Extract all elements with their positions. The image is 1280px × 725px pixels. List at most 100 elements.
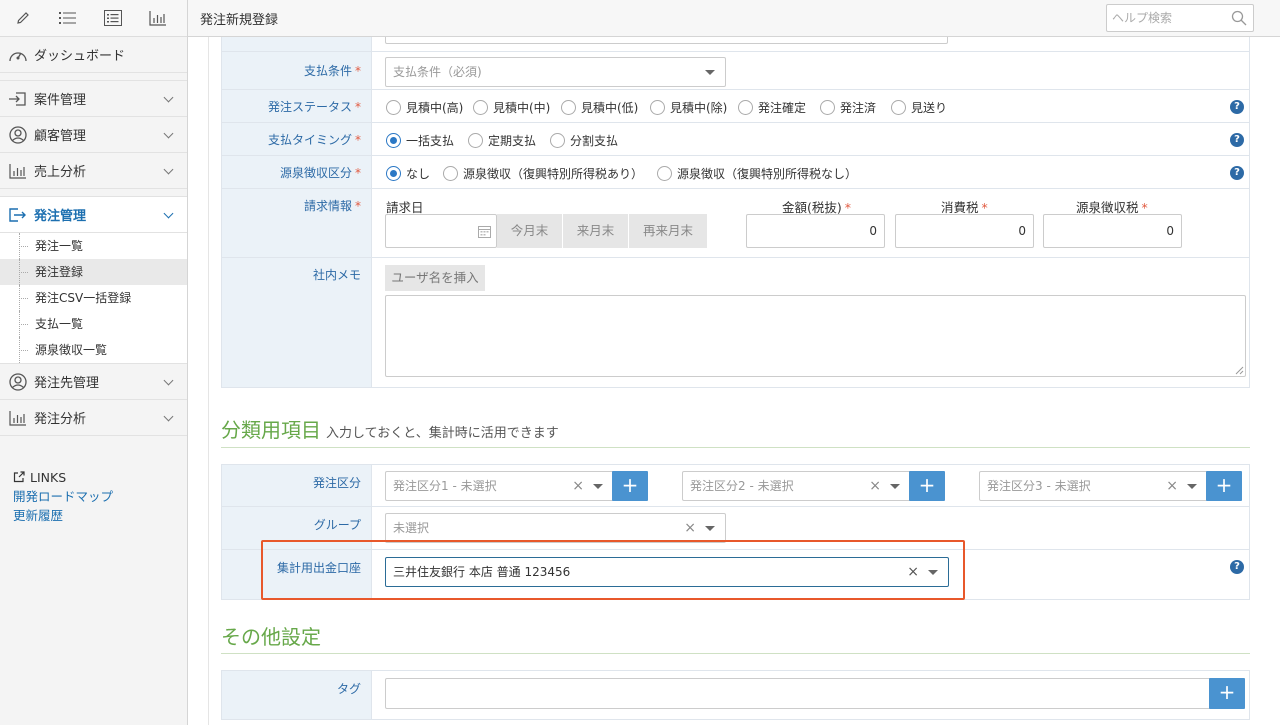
radio-status-ordered[interactable]: 発注済	[820, 99, 876, 116]
section-rule	[221, 447, 1250, 448]
tax-input[interactable]: 0	[895, 214, 1034, 248]
radio-status-excl[interactable]: 見積中(除)	[650, 99, 727, 116]
end-of-next-month-button[interactable]: 来月末	[563, 214, 628, 248]
resize-handle-icon[interactable]	[1235, 366, 1244, 375]
add-category-1-button[interactable]: +	[612, 471, 648, 501]
help-icon[interactable]: ?	[1230, 560, 1244, 574]
radio-status-confirmed[interactable]: 発注確定	[738, 99, 806, 116]
radio-circle[interactable]	[386, 100, 401, 115]
submenu-order-list[interactable]: 発注一覧	[0, 233, 187, 259]
radio-status-mid[interactable]: 見積中(中)	[473, 99, 550, 116]
help-icon[interactable]: ?	[1230, 166, 1244, 180]
radio-circle[interactable]	[443, 166, 458, 181]
tag-input[interactable]	[385, 678, 1211, 709]
withholding-label-text: 源泉徴収区分	[279, 166, 352, 180]
radio-circle-selected[interactable]	[386, 133, 401, 148]
nav-suppliers-label: 発注先管理	[34, 376, 100, 391]
radio-timing-lump[interactable]: 一括支払	[386, 132, 454, 149]
nav-order-management[interactable]: 発注管理	[0, 197, 187, 233]
radio-withholding-with-recon[interactable]: 源泉徴収（復興特別所得税あり）	[443, 165, 643, 182]
add-category-3-button[interactable]: +	[1206, 471, 1242, 501]
clear-icon[interactable]: ×	[572, 472, 584, 500]
order-category-1-select[interactable]: 発注区分1 - 未選択 ×	[385, 471, 614, 501]
nav-sales-analysis[interactable]: 売上分析	[0, 153, 187, 189]
order-category-2-select[interactable]: 発注区分2 - 未選択 ×	[682, 471, 911, 501]
link-roadmap[interactable]: 開発ロードマップ	[13, 487, 113, 506]
submenu-payment-list[interactable]: 支払一覧	[0, 311, 187, 337]
submenu-order-csv[interactable]: 発注CSV一括登録	[0, 285, 187, 311]
tag-label: タグ	[222, 671, 372, 719]
submenu-withholding-list[interactable]: 源泉徴収一覧	[0, 337, 187, 363]
nav-order-analysis-label: 発注分析	[34, 412, 87, 427]
amount-input[interactable]: 0	[746, 214, 885, 248]
radio-circle[interactable]	[657, 166, 672, 181]
required-mark: *	[355, 166, 361, 180]
clear-icon[interactable]: ×	[869, 472, 881, 500]
help-search-input[interactable]	[1107, 5, 1225, 31]
search-icon[interactable]	[1231, 10, 1247, 26]
tag-cell: +	[385, 671, 1249, 719]
nav-projects[interactable]: 案件管理	[0, 81, 187, 117]
radio-circle-selected[interactable]	[386, 166, 401, 181]
clear-icon[interactable]: ×	[1166, 472, 1178, 500]
radio-circle[interactable]	[738, 100, 753, 115]
end-of-month-after-next-button[interactable]: 再来月末	[629, 214, 707, 248]
end-of-month-button[interactable]: 今月末	[497, 214, 562, 248]
radio-circle[interactable]	[650, 100, 665, 115]
radio-withholding-no-recon[interactable]: 源泉徴収（復興特別所得税なし）	[657, 165, 857, 182]
link-changelog[interactable]: 更新履歴	[13, 506, 113, 525]
billing-date-input[interactable]	[385, 214, 497, 248]
radio-timing-split[interactable]: 分割支払	[550, 132, 618, 149]
help-icon[interactable]: ?	[1230, 133, 1244, 147]
row-payment-timing: 支払タイミング * 一括支払 定期支払 分割支払 ?	[222, 123, 1249, 156]
memo-textarea[interactable]	[385, 295, 1246, 377]
radio-label: 見積中(高)	[406, 101, 464, 115]
list-icon[interactable]	[45, 0, 90, 37]
calendar-icon[interactable]	[478, 225, 491, 238]
order-status-label: 発注ステータス *	[222, 90, 372, 122]
withholding-tax-label-text: 源泉徴収税	[1076, 200, 1139, 215]
export-icon	[7, 206, 29, 224]
partial-input[interactable]	[385, 37, 948, 44]
radio-circle[interactable]	[473, 100, 488, 115]
radio-status-high[interactable]: 見積中(高)	[386, 99, 463, 116]
pencil-icon[interactable]	[0, 0, 45, 37]
radio-circle[interactable]	[550, 133, 565, 148]
add-category-2-button[interactable]: +	[909, 471, 945, 501]
nav-order-analysis[interactable]: 発注分析	[0, 400, 187, 436]
radio-timing-periodic[interactable]: 定期支払	[468, 132, 536, 149]
payment-timing-cell: 一括支払 定期支払 分割支払 ?	[385, 123, 1249, 155]
radio-circle[interactable]	[891, 100, 906, 115]
dropdown-arrow-icon	[705, 70, 715, 75]
radio-circle[interactable]	[820, 100, 835, 115]
nav-customers[interactable]: 顧客管理	[0, 117, 187, 153]
section-rule	[221, 653, 1250, 654]
submenu-order-register[interactable]: 発注登録	[0, 259, 187, 285]
radio-circle[interactable]	[468, 133, 483, 148]
dropdown-arrow-icon	[1187, 484, 1197, 489]
nav-dashboard[interactable]: ダッシュボード	[0, 37, 187, 73]
required-mark: *	[1141, 200, 1148, 215]
group-select[interactable]: 未選択 ×	[385, 513, 726, 543]
radio-status-skip[interactable]: 見送り	[891, 99, 947, 116]
list-box-icon[interactable]	[90, 0, 135, 37]
chart-icon[interactable]	[135, 0, 180, 37]
radio-label: 一括支払	[406, 134, 455, 148]
links-title: LINKS	[13, 468, 113, 487]
nav-customers-label: 顧客管理	[34, 129, 87, 144]
radio-withholding-none[interactable]: なし	[386, 165, 430, 182]
order-category-3-select[interactable]: 発注区分3 - 未選択 ×	[979, 471, 1208, 501]
select-value: 発注区分3 - 未選択	[987, 479, 1091, 493]
help-icon[interactable]: ?	[1230, 100, 1244, 114]
help-search[interactable]	[1106, 4, 1254, 32]
payment-terms-select[interactable]: 支払条件（必須)	[385, 57, 726, 87]
withholding-tax-input[interactable]: 0	[1043, 214, 1182, 248]
payment-terms-cell: 支払条件（必須)	[385, 52, 1249, 89]
insert-username-button[interactable]: ユーザ名を挿入	[385, 265, 485, 291]
withholding-cell: なし 源泉徴収（復興特別所得税あり） 源泉徴収（復興特別所得税なし） ?	[385, 156, 1249, 188]
clear-icon[interactable]: ×	[684, 514, 696, 542]
nav-suppliers[interactable]: 発注先管理	[0, 364, 187, 400]
radio-circle[interactable]	[561, 100, 576, 115]
radio-status-low[interactable]: 見積中(低)	[561, 99, 638, 116]
add-tag-button[interactable]: +	[1209, 678, 1245, 709]
